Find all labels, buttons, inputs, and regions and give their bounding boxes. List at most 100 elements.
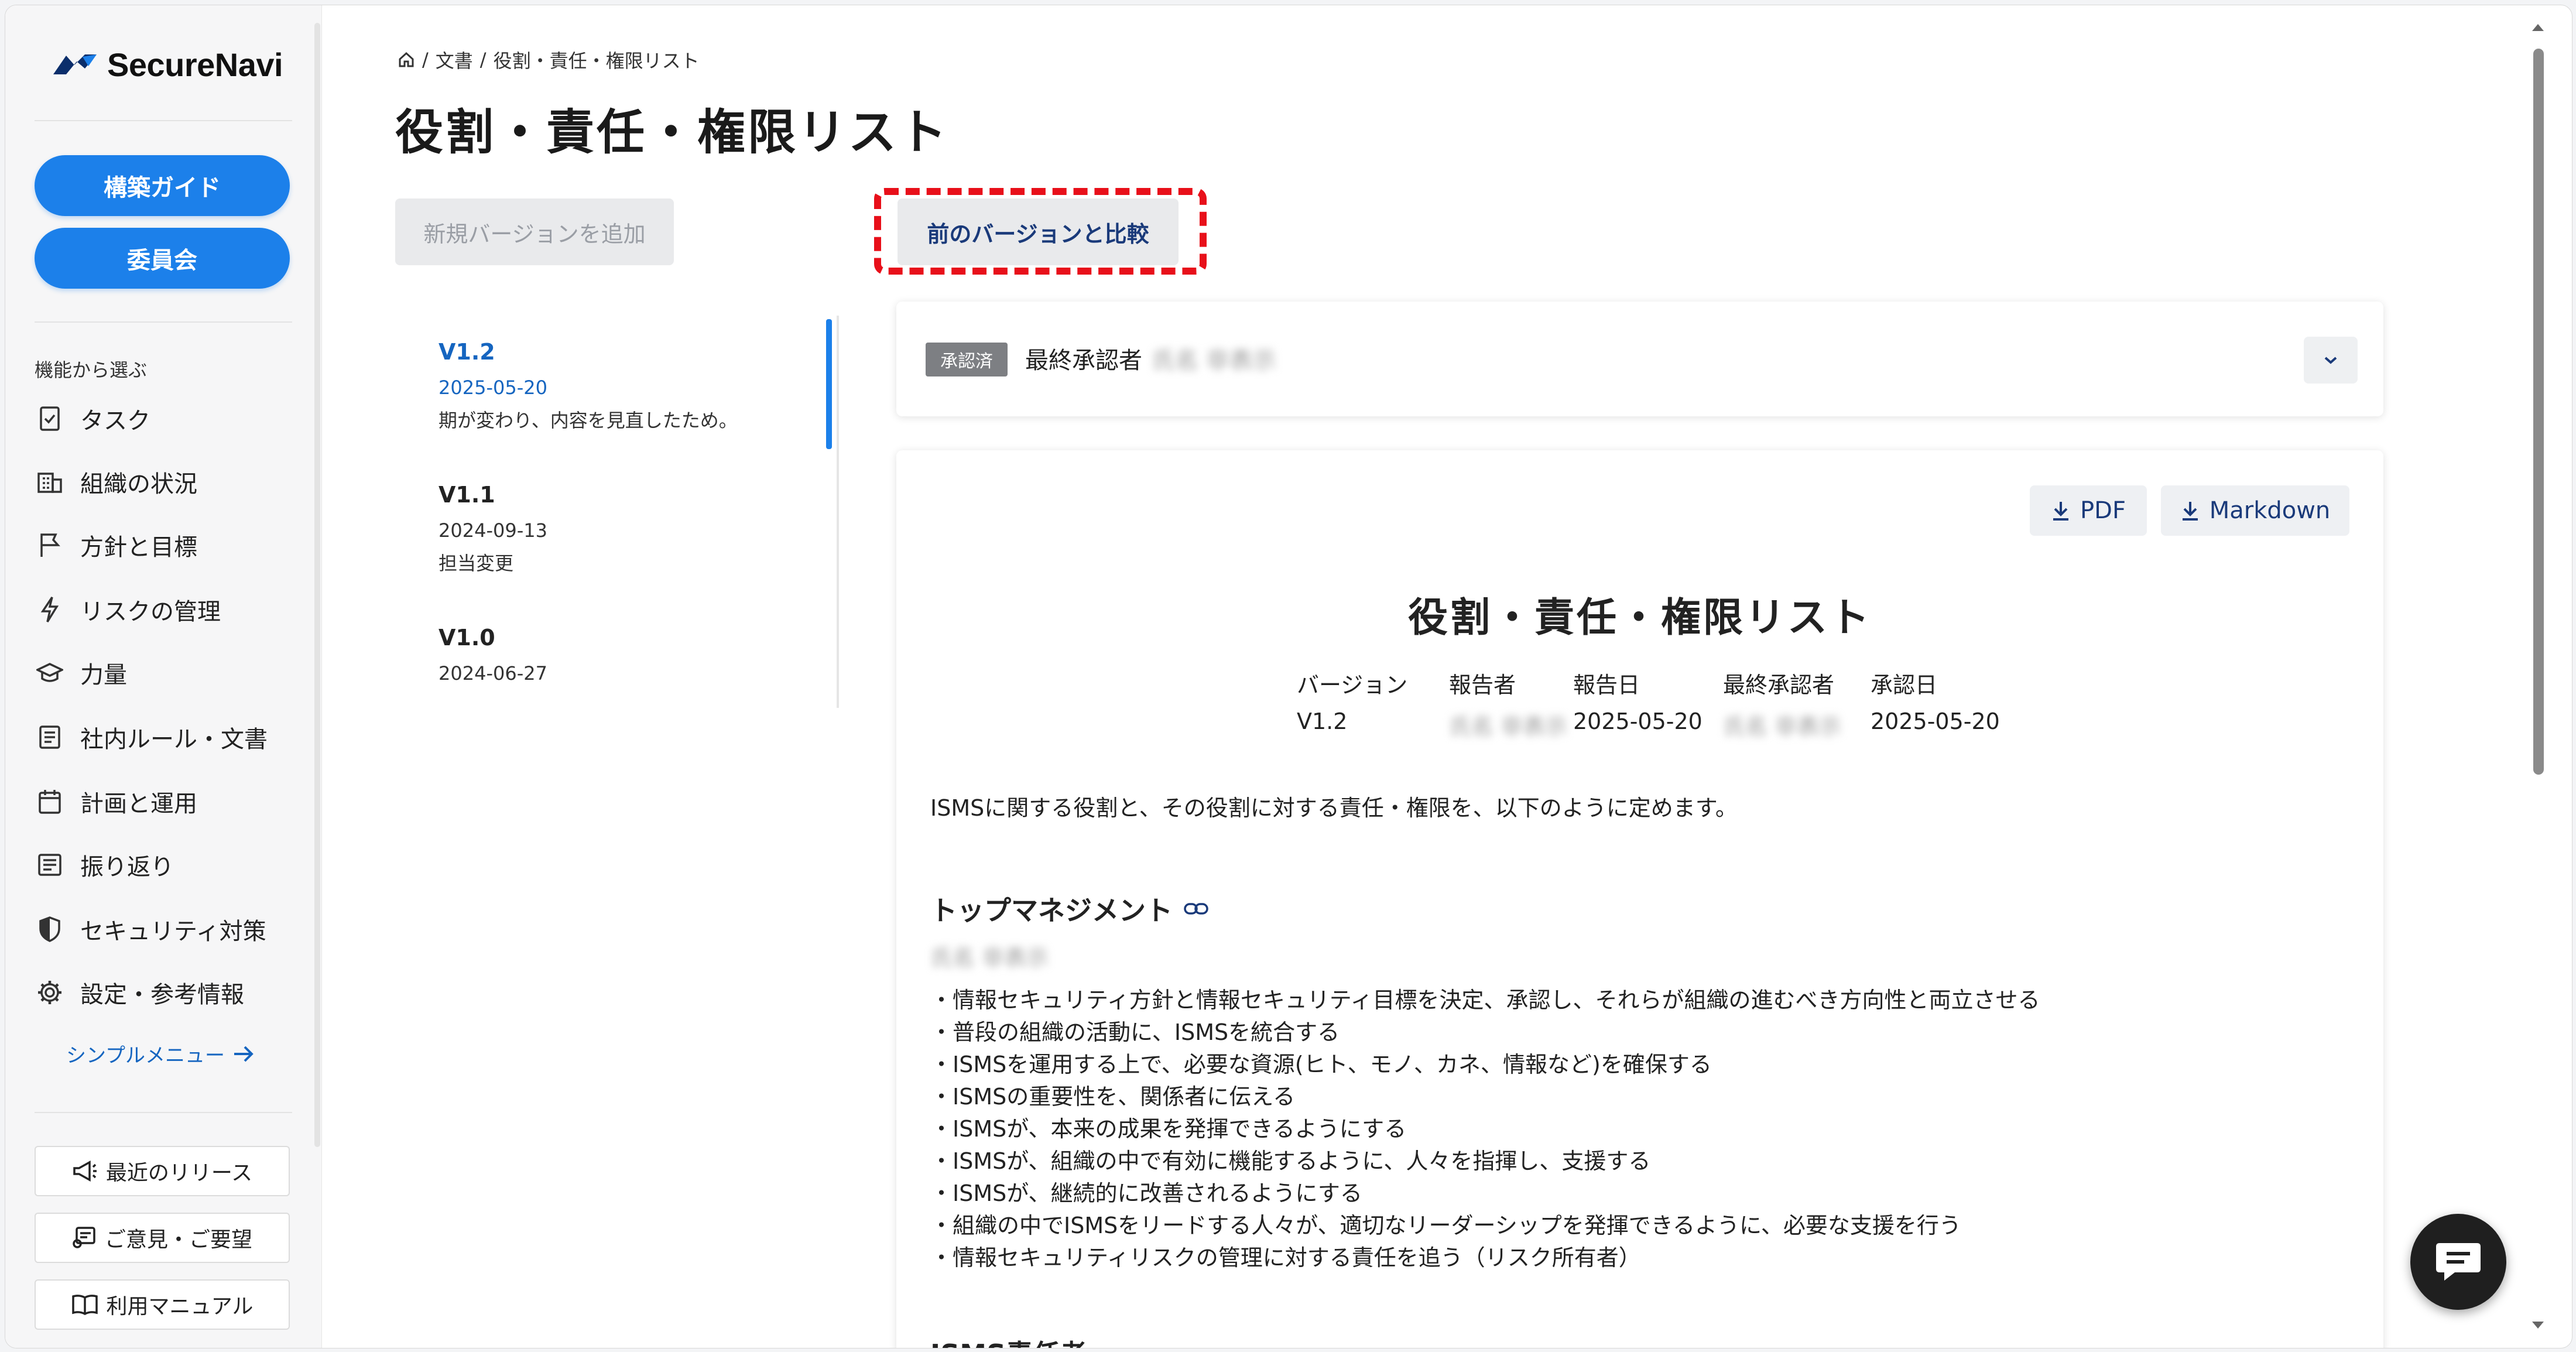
expand-button[interactable] <box>2304 337 2358 384</box>
meta-report-date: 報告日 2025-05-20 <box>1573 667 1703 744</box>
version-note: 担当変更 <box>439 552 514 574</box>
sidebar-item-label: 社内ルール・文書 <box>80 726 268 753</box>
meta-value: 氏名 非表示 <box>1723 714 1842 740</box>
sidebar-item-label: 力量 <box>80 662 127 689</box>
sidebar-item-planning[interactable]: 計画と運用 <box>35 777 310 826</box>
recent-releases-button[interactable]: 最近のリリース <box>35 1146 290 1196</box>
breadcrumb: / 文書 / 役割・責任・権限リスト <box>398 46 700 73</box>
download-markdown-button[interactable]: Markdown <box>2161 485 2349 536</box>
sidebar-item-label: リスクの管理 <box>80 598 221 625</box>
securenavi-logo-icon <box>53 54 97 74</box>
sidebar-item-policy[interactable]: 方針と目標 <box>35 521 310 570</box>
simple-menu-label: シンプルメニュー <box>66 1044 225 1067</box>
feedback-icon <box>73 1227 95 1248</box>
scrollbar-thumb[interactable] <box>2533 49 2544 775</box>
home-icon[interactable] <box>398 51 415 69</box>
list-item: ・普段の組織の活動に、ISMSを統合する <box>930 1019 1340 1045</box>
document-icon <box>35 722 65 752</box>
sidebar-item-settings[interactable]: 設定・参考情報 <box>35 968 310 1017</box>
simple-menu-link[interactable]: シンプルメニュー <box>66 1039 254 1068</box>
version-name: V1.0 <box>439 625 495 651</box>
user-manual-button[interactable]: 利用マニュアル <box>35 1279 290 1330</box>
version-item[interactable]: V1.1 2024-09-13 担当変更 <box>439 482 547 576</box>
breadcrumb-item-documents[interactable]: 文書 <box>436 46 473 73</box>
document-intro: ISMSに関する役割と、その役割に対する責任・権限を、以下のように定めます。 <box>930 795 1738 821</box>
chat-bubble-icon <box>2436 1243 2481 1281</box>
arrow-right-icon <box>234 1046 254 1062</box>
add-version-button[interactable]: 新規バージョンを追加 <box>395 198 674 265</box>
version-item-active[interactable]: V1.2 2025-05-20 期が変わり、内容を見直したため。 <box>439 339 738 433</box>
active-version-indicator <box>826 319 832 449</box>
gear-icon <box>35 977 65 1008</box>
building-icon <box>35 467 65 497</box>
sidebar-divider <box>35 120 292 121</box>
meta-value: 2025-05-20 <box>1573 708 1703 734</box>
list-item: ・情報セキュリティ方針と情報セキュリティ目標を決定、承認し、それらが組織の進むべ… <box>930 987 2040 1013</box>
responsibility-list: ・情報セキュリティ方針と情報セキュリティ目標を決定、承認し、それらが組織の進むべ… <box>930 984 2040 1274</box>
app-window: SecureNavi 構築ガイド 委員会 機能から選ぶ タスク 組織の状況 方針… <box>5 5 2572 1348</box>
sidebar-item-competence[interactable]: 力量 <box>35 648 310 697</box>
list-item: ・ISMSが、本来の成果を発揮できるようにする <box>930 1116 1407 1142</box>
page-title: 役割・責任・権限リスト <box>395 105 950 160</box>
sidebar-item-organization[interactable]: 組織の状況 <box>35 457 310 506</box>
version-name: V1.2 <box>439 339 495 365</box>
sidebar-item-security[interactable]: セキュリティ対策 <box>35 905 310 954</box>
sidebar-item-label: 設定・参考情報 <box>80 981 244 1008</box>
download-pdf-button[interactable]: PDF <box>2030 485 2147 536</box>
build-guide-button[interactable]: 構築ガイド <box>35 155 290 216</box>
feedback-label: ご意見・ご要望 <box>104 1228 252 1252</box>
sidebar-item-label: タスク <box>80 408 150 434</box>
highlight-annotation <box>874 188 1207 275</box>
scroll-down-icon[interactable] <box>2530 1319 2546 1332</box>
list-item: ・ISMSの重要性を、関係者に伝える <box>930 1084 1296 1110</box>
main-scrollbar[interactable] <box>2530 20 2546 1332</box>
graduation-cap-icon <box>35 658 65 688</box>
meta-final-approver: 最終承認者 氏名 非表示 <box>1723 667 1841 750</box>
version-item[interactable]: V1.0 2024-06-27 <box>439 625 547 684</box>
section-title: トップマネジメント <box>930 895 1173 926</box>
chat-button[interactable] <box>2410 1214 2506 1310</box>
download-markdown-label: Markdown <box>2209 497 2331 524</box>
version-list: V1.2 2025-05-20 期が変わり、内容を見直したため。 V1.1 20… <box>395 316 839 708</box>
brand-logo[interactable]: SecureNavi <box>51 44 283 85</box>
version-date: 2025-05-20 <box>439 376 547 399</box>
sidebar-item-rules[interactable]: 社内ルール・文書 <box>35 713 310 762</box>
section-label: 機能から選ぶ <box>35 359 148 381</box>
sidebar: SecureNavi 構築ガイド 委員会 機能から選ぶ タスク 組織の状況 方針… <box>5 5 322 1348</box>
scroll-up-icon[interactable] <box>2530 20 2546 33</box>
link-icon[interactable] <box>1183 901 1209 916</box>
sidebar-divider <box>35 1112 292 1113</box>
book-icon <box>71 1295 98 1315</box>
user-manual-label: 利用マニュアル <box>106 1295 254 1319</box>
sidebar-scrollbar[interactable] <box>314 23 320 1147</box>
sidebar-item-risk[interactable]: リスクの管理 <box>35 585 310 634</box>
meta-label: バージョン <box>1297 672 1408 698</box>
task-check-icon <box>35 403 65 434</box>
document-card: PDF Markdown 役割・責任・権限リスト バージョン V1.2 報告者 … <box>896 450 2383 1348</box>
version-date: 2024-06-27 <box>439 662 547 684</box>
meta-value: 氏名 非表示 <box>1449 714 1568 740</box>
meta-label: 承認日 <box>1871 672 1938 698</box>
breadcrumb-item-current: 役割・責任・権限リスト <box>493 50 700 72</box>
sidebar-item-label: セキュリティ対策 <box>80 918 266 945</box>
committee-button[interactable]: 委員会 <box>35 228 290 289</box>
meta-reporter: 報告者 氏名 非表示 <box>1449 667 1567 750</box>
breadcrumb-separator: / <box>479 49 487 71</box>
sidebar-item-task[interactable]: タスク <box>35 394 310 443</box>
recent-releases-label: 最近のリリース <box>105 1161 253 1185</box>
next-section-title: ISMS責任者 <box>930 1333 1087 1348</box>
sidebar-item-review[interactable]: 振り返り <box>35 840 310 889</box>
meta-label: 報告日 <box>1573 672 1640 698</box>
sidebar-divider <box>35 321 292 323</box>
meta-approval-date: 承認日 2025-05-20 <box>1871 667 2000 744</box>
download-icon <box>2053 502 2069 521</box>
sidebar-item-label: 計画と運用 <box>80 790 197 817</box>
calendar-icon <box>35 786 65 817</box>
feedback-button[interactable]: ご意見・ご要望 <box>35 1213 290 1263</box>
megaphone-icon <box>73 1161 97 1182</box>
list-item: ・組織の中でISMSをリードする人々が、適切なリーダーシップを発揮できるように、… <box>930 1213 1961 1238</box>
breadcrumb-separator: / <box>422 49 429 71</box>
list-item: ・ISMSが、組織の中で有効に機能するように、人々を指揮し、支援する <box>930 1148 1651 1174</box>
list-item: ・ISMSが、継続的に改善されるようにする <box>930 1180 1362 1206</box>
list-item: ・情報セキュリティリスクの管理に対する責任を追う（リスク所有者） <box>930 1245 1641 1271</box>
